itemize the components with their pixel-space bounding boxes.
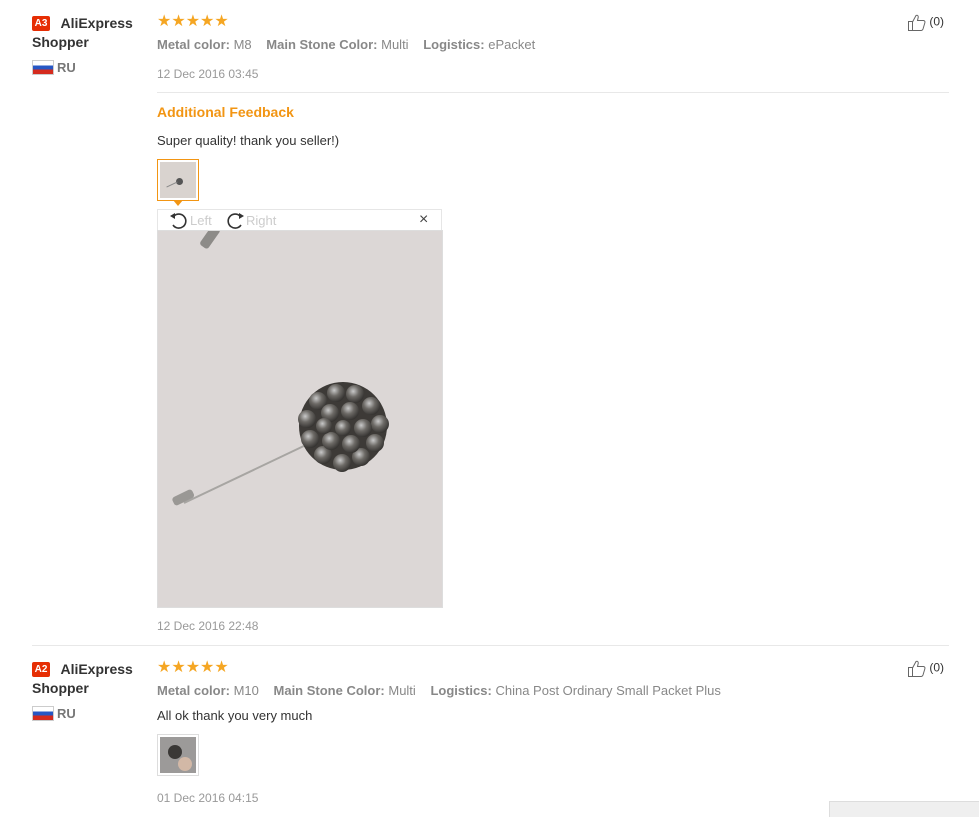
review-date: 12 Dec 2016 03:45 [157, 67, 259, 81]
meta-label: Metal color: [157, 37, 230, 52]
meta-label: Metal color: [157, 683, 230, 698]
thumbnail-image [160, 162, 196, 198]
russia-flag-icon [32, 706, 54, 722]
brooch-photo-image [158, 231, 442, 607]
username-line1: AliExpress [60, 661, 133, 677]
review-author: A3 AliExpress Shopper [32, 14, 133, 52]
additional-feedback-date: 12 Dec 2016 22:48 [157, 619, 259, 633]
thumbnail-image [160, 737, 196, 773]
rotate-left-label: Left [190, 213, 212, 229]
meta-label: Logistics: [423, 37, 485, 52]
rotate-left-icon [170, 213, 187, 229]
username-line1: AliExpress [60, 15, 133, 31]
username-line2: Shopper [32, 680, 89, 696]
additional-feedback-text: Super quality! thank you seller!) [157, 133, 340, 148]
star-rating: ★★★★★ [157, 659, 229, 676]
rotate-right-icon [227, 213, 244, 229]
meta-value: M8 [233, 37, 252, 52]
floating-panel[interactable] [829, 801, 979, 817]
buyer-level-badge: A2 [32, 662, 50, 678]
reviewer-country: RU [32, 705, 76, 723]
rotate-right-button[interactable]: Right [224, 211, 276, 231]
star-rating: ★★★★★ [157, 13, 229, 30]
helpful-button[interactable]: (0) [908, 14, 944, 31]
username-line2: Shopper [32, 34, 89, 50]
meta-label: Main Stone Color: [273, 683, 385, 698]
meta-value: Multi [381, 37, 409, 52]
russia-flag-icon [32, 60, 54, 76]
review-photo-large [157, 230, 443, 608]
review-date: 01 Dec 2016 04:15 [157, 791, 259, 805]
meta-label: Logistics: [430, 683, 492, 698]
active-pointer-icon [173, 200, 183, 206]
review-photo-thumbnail[interactable] [157, 159, 199, 201]
divider [157, 92, 949, 93]
country-code: RU [57, 60, 76, 76]
buyer-level-badge: A3 [32, 16, 50, 32]
review-photo-thumbnail[interactable] [157, 734, 199, 776]
close-viewer-button[interactable]: × [419, 211, 428, 229]
review-text: All ok thank you very much [157, 708, 313, 723]
order-info: Metal color: M8 Main Stone Color: Multi … [157, 37, 535, 52]
meta-label: Main Stone Color: [266, 37, 378, 52]
thumbs-up-icon [908, 660, 926, 677]
thumbs-up-icon [908, 14, 926, 31]
review-author: A2 AliExpress Shopper [32, 660, 133, 698]
meta-value: ePacket [488, 37, 536, 52]
helpful-count: (0) [929, 14, 945, 29]
additional-feedback-title: Additional Feedback [157, 104, 294, 120]
rotate-left-button[interactable]: Left [168, 211, 212, 231]
country-code: RU [57, 706, 76, 722]
helpful-count: (0) [929, 660, 945, 675]
image-viewer-toolbar: Left Right × [157, 209, 442, 231]
meta-value: M10 [233, 683, 259, 698]
order-info: Metal color: M10 Main Stone Color: Multi… [157, 683, 721, 698]
helpful-button[interactable]: (0) [908, 660, 944, 677]
meta-value: Multi [388, 683, 416, 698]
meta-value: China Post Ordinary Small Packet Plus [495, 683, 721, 698]
rotate-right-label: Right [246, 213, 277, 229]
reviewer-country: RU [32, 59, 76, 77]
review-divider [32, 645, 949, 646]
